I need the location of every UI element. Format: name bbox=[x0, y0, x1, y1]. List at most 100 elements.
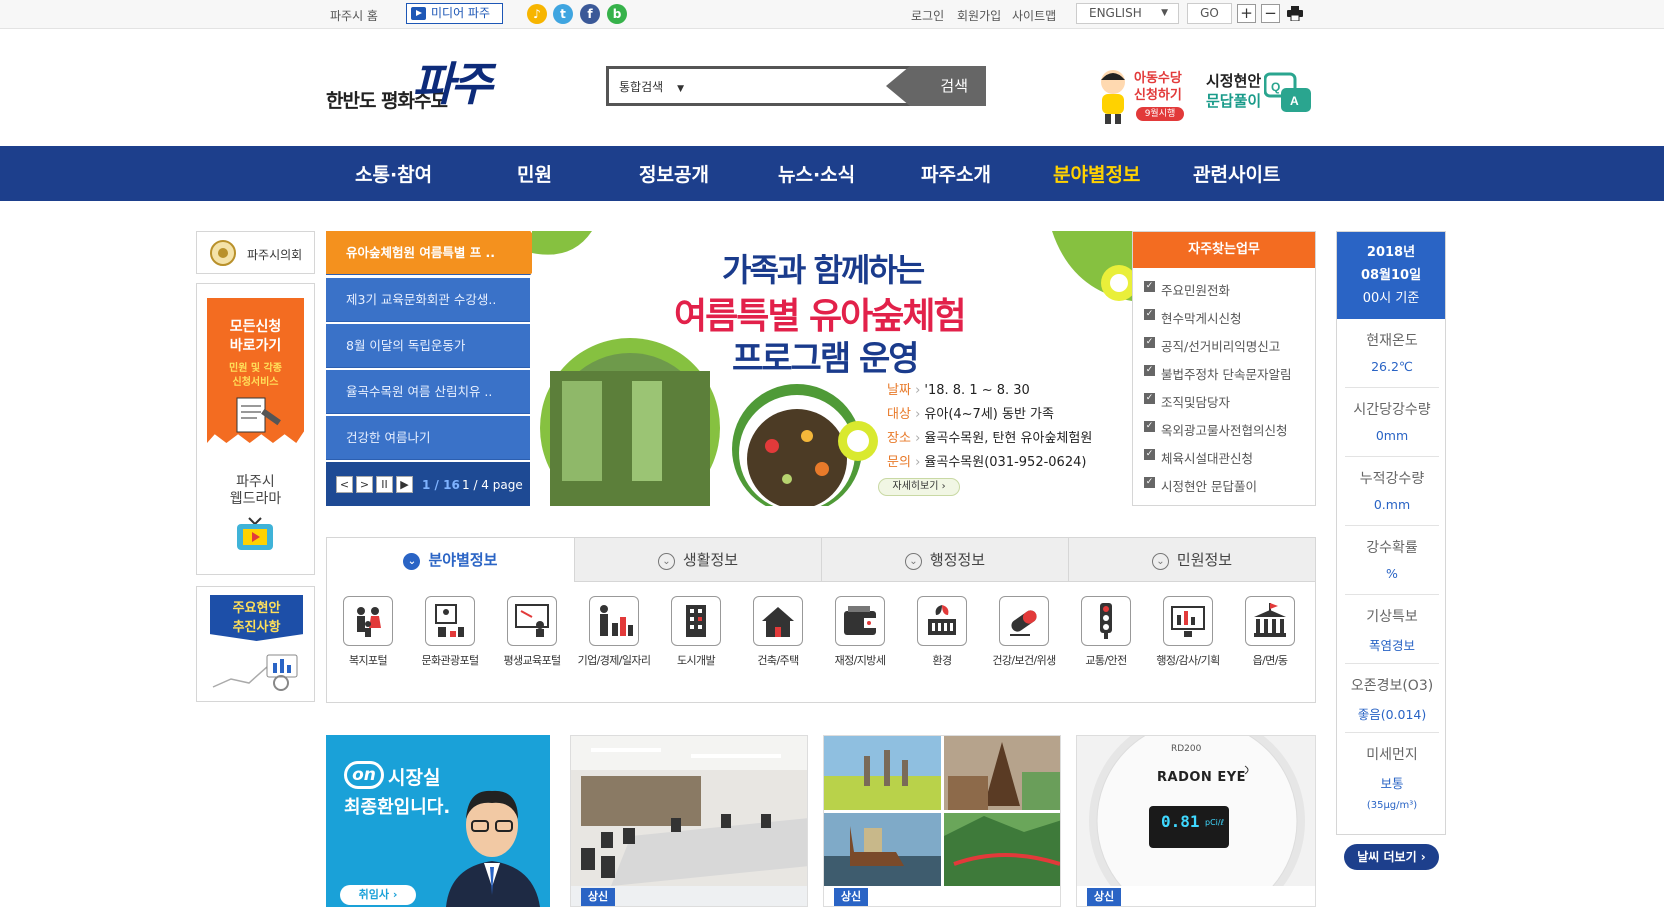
major-issues-link[interactable]: 주요현안 추진사항 bbox=[196, 586, 315, 702]
weather-warning: 기상특보 폭염경보 bbox=[1345, 595, 1439, 664]
category-housing[interactable]: 건축/주택 bbox=[737, 596, 819, 668]
tab-civil-info[interactable]: ⌄ 민원정보 bbox=[1068, 538, 1315, 582]
category-education[interactable]: 평생교육포털 bbox=[491, 596, 573, 668]
nav-item-about[interactable]: 파주소개 bbox=[921, 160, 991, 187]
quick-apply-banner[interactable]: 모든신청 바로가기 민원 및 각종 신청서비스 bbox=[207, 298, 304, 443]
sitemap-link[interactable]: 사이트맵 bbox=[1012, 7, 1056, 24]
tourism-photo-grid bbox=[824, 736, 1060, 886]
category-environment[interactable]: 환경 bbox=[901, 596, 983, 668]
web-drama-link[interactable]: 파주시 웹드라마 bbox=[197, 474, 314, 508]
task-link[interactable]: 불법주정차 단속문자알림 bbox=[1144, 364, 1291, 383]
category-culture[interactable]: 문화관광포털 bbox=[409, 596, 491, 668]
nav-item-communication[interactable]: 소통·참여 bbox=[355, 160, 432, 187]
news-card-radon[interactable]: RD200 RADON EYE 0.81 pCi/ℓ 상신 bbox=[1076, 735, 1316, 907]
mayor-office-card[interactable]: on 시장실 최종환입니다. 취임사 › bbox=[326, 735, 550, 907]
traffic-light-icon bbox=[1081, 596, 1131, 646]
tab-admin-info[interactable]: ⌄ 행정정보 bbox=[821, 538, 1068, 582]
search-input[interactable] bbox=[699, 75, 869, 97]
print-icon[interactable] bbox=[1287, 6, 1303, 22]
task-link[interactable]: 주요민원전화 bbox=[1144, 280, 1230, 299]
facebook-icon[interactable]: f bbox=[580, 4, 600, 24]
more-button[interactable]: 자세히보기 › bbox=[878, 478, 960, 496]
blog-icon[interactable]: b bbox=[607, 4, 627, 24]
task-link[interactable]: 현수막게시신청 bbox=[1144, 308, 1242, 327]
category-district[interactable]: 읍/면/동 bbox=[1229, 596, 1311, 668]
play-button[interactable]: ▶ bbox=[396, 476, 413, 493]
weather-panel: 2018년 08월10일 00시 기준 현재온도 26.2℃ 시간당강수량 0mm … bbox=[1336, 231, 1446, 835]
task-link[interactable]: 조직및담당자 bbox=[1144, 392, 1230, 411]
page-info: 1 / 4 page bbox=[462, 478, 523, 492]
radon-device-photo bbox=[1077, 736, 1315, 886]
pause-button[interactable]: II bbox=[376, 476, 393, 493]
panel-title: 자주찾는업무 bbox=[1133, 232, 1315, 268]
nav-item-civil[interactable]: 민원 bbox=[517, 160, 552, 187]
twitter-icon[interactable]: t bbox=[553, 4, 573, 24]
mayor-photo bbox=[446, 790, 540, 907]
audit-icon bbox=[1163, 596, 1213, 646]
task-link[interactable]: 옥외광고물사전협의신청 bbox=[1144, 420, 1288, 439]
promo-banner[interactable]: 가족과 함께하는 여름특별 유아숲체험 프로그램 운영 날짜 › '18. 8.… bbox=[532, 231, 1132, 506]
news-card-meeting[interactable]: 상신 bbox=[570, 735, 808, 907]
weather-more-button[interactable]: 날씨 더보기 › bbox=[1344, 844, 1439, 870]
weather-rain-chance: 강수확률% bbox=[1345, 526, 1439, 595]
category-urban-dev[interactable]: 도시개발 bbox=[655, 596, 737, 668]
go-button[interactable]: GO bbox=[1187, 3, 1232, 24]
tv-icon bbox=[237, 517, 273, 550]
category-welfare[interactable]: 복지포털 bbox=[327, 596, 409, 668]
promo-title-3: 프로그램 운영 bbox=[732, 339, 920, 379]
home-link[interactable]: 파주시 홈 bbox=[330, 7, 378, 24]
category-health[interactable]: 건강/보건/위생 bbox=[983, 596, 1065, 668]
slide-item[interactable]: 율곡수목원 여름 산림치유 .. bbox=[326, 370, 530, 414]
task-link[interactable]: 공직/선거비리익명신고 bbox=[1144, 336, 1280, 355]
slide-controls: < > II ▶ 1 / 16 1 / 4 page bbox=[326, 462, 530, 506]
promo-details: 날짜 › '18. 8. 1 ~ 8. 30 대상 › 유아(4~7세) 동반 … bbox=[887, 383, 1093, 470]
prev-button[interactable]: < bbox=[336, 476, 353, 493]
search-scope-select[interactable]: 통합검색 ▼ bbox=[619, 78, 684, 95]
meeting-photo bbox=[571, 736, 807, 886]
tab-field-info[interactable]: ⌄ 분야별정보 bbox=[327, 538, 574, 582]
tab-life-info[interactable]: ⌄ 생활정보 bbox=[574, 538, 821, 582]
category-traffic[interactable]: 교통/안전 bbox=[1065, 596, 1147, 668]
inaugural-address-button[interactable]: 취임사 › bbox=[340, 885, 416, 905]
search-button[interactable]: 검색 bbox=[886, 66, 986, 106]
language-select[interactable]: ENGLISH ▼ bbox=[1076, 3, 1179, 24]
nav-item-news[interactable]: 뉴스·소식 bbox=[778, 160, 855, 187]
weather-fine-dust: 미세먼지 보통 (35μg/m³) bbox=[1366, 747, 1418, 811]
kakaostory-icon[interactable]: ♪ bbox=[527, 4, 547, 24]
promo-title-1: 가족과 함께하는 bbox=[722, 251, 925, 289]
quick-apply-panel: 모든신청 바로가기 민원 및 각종 신청서비스 파주시 웹드라마 bbox=[196, 283, 315, 575]
slide-item[interactable]: 유아숲체험원 여름특별 프 .. bbox=[326, 231, 548, 275]
category-finance[interactable]: 재정/지방세 bbox=[819, 596, 901, 668]
join-link[interactable]: 회원가입 bbox=[957, 7, 1001, 24]
child-allowance-banner[interactable]: 아동수당 신청하기 9월시행 bbox=[1094, 66, 1198, 126]
task-link[interactable]: 시정현안 문답풀이 bbox=[1144, 476, 1257, 495]
child-character-icon bbox=[1101, 70, 1125, 124]
nav-item-related-sites[interactable]: 관련사이트 bbox=[1193, 160, 1280, 187]
login-link[interactable]: 로그인 bbox=[911, 7, 944, 24]
category-administration[interactable]: 행정/감사/기획 bbox=[1147, 596, 1229, 668]
zoom-in-button[interactable]: + bbox=[1237, 4, 1256, 23]
slide-item[interactable]: 제3기 교육문화회관 수강생.. bbox=[326, 278, 530, 322]
slide-item[interactable]: 건강한 여름나기 bbox=[326, 416, 530, 460]
chat-bubble-icon: Q A bbox=[1264, 72, 1311, 112]
nav-item-information[interactable]: 정보공개 bbox=[639, 160, 709, 187]
task-link[interactable]: 체육시설대관신청 bbox=[1144, 448, 1253, 467]
building-icon bbox=[671, 596, 721, 646]
news-card-tourism[interactable]: 상신 bbox=[823, 735, 1061, 907]
family-icon bbox=[343, 596, 393, 646]
category-economy[interactable]: 기업/경제/일자리 bbox=[573, 596, 655, 668]
play-icon bbox=[411, 7, 426, 20]
weather-temperature: 현재온도 26.2℃ bbox=[1345, 319, 1439, 388]
weather-hourly-rain: 시간당강수량 0mm bbox=[1345, 388, 1439, 457]
council-emblem-icon bbox=[210, 240, 236, 266]
next-button[interactable]: > bbox=[356, 476, 373, 493]
slide-item[interactable]: 8월 이달의 독립운동가 bbox=[326, 324, 530, 368]
media-paju-button[interactable]: 미디어 파주 bbox=[406, 3, 503, 24]
weather-date: 2018년 08월10일 00시 기준 bbox=[1337, 232, 1445, 319]
nav-item-field-info[interactable]: 분야별정보 bbox=[1053, 160, 1140, 187]
city-council-link[interactable]: 파주시의회 bbox=[196, 231, 315, 274]
main-navigation: 소통·참여 민원 정보공개 뉴스·소식 파주소개 분야별정보 관련사이트 bbox=[0, 146, 1664, 201]
zoom-out-button[interactable]: − bbox=[1261, 4, 1280, 23]
policy-qa-banner[interactable]: 시정현안 문답풀이 Q A bbox=[1206, 70, 1316, 122]
economy-icon bbox=[589, 596, 639, 646]
